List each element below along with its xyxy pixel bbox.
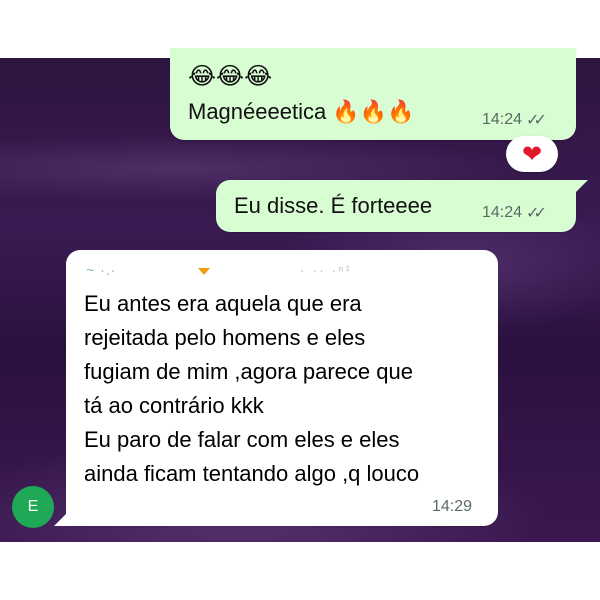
- message-line: ainda ficam tentando algo ,q louco: [84, 461, 420, 486]
- message-meta: 14:24 ✓✓: [482, 203, 547, 223]
- message-line: tá ao contrário kkk: [84, 393, 264, 418]
- message-meta: 14:24 ✓✓: [482, 110, 547, 130]
- message-body: Eu antes era aquela que era rejeitada pe…: [84, 287, 419, 491]
- sender-emoji-icon: [198, 268, 210, 275]
- avatar[interactable]: E: [12, 486, 54, 528]
- bubble-tail: [54, 512, 68, 526]
- message-line: rejeitada pelo homens e eles: [84, 325, 366, 350]
- message-time: 14:24: [482, 204, 523, 221]
- message-text: Magnéeeetica 🔥🔥🔥: [188, 99, 415, 124]
- message-text: Eu disse. É forteeee: [234, 193, 433, 218]
- message-time: 14:29: [432, 498, 473, 515]
- message-line: Eu paro de falar com eles e eles: [84, 427, 400, 452]
- message-line: Eu antes era aquela que era: [84, 291, 362, 316]
- sender-name: ~ ·.·: [86, 262, 117, 278]
- heart-icon: ❤: [521, 140, 543, 168]
- message-time: 14:24: [482, 111, 523, 128]
- heart-reaction[interactable]: ❤: [506, 136, 558, 172]
- outgoing-message[interactable]: 😂😂😂 Magnéeeetica 🔥🔥🔥 14:24 ✓✓: [170, 48, 576, 140]
- double-check-icon: ✓✓: [526, 205, 547, 222]
- avatar-initial: E: [27, 498, 39, 515]
- sender-phone: · ·· ·ⁿ¹: [300, 262, 353, 278]
- double-check-icon: ✓✓: [526, 112, 547, 129]
- bubble-tail: [574, 180, 588, 194]
- message-line: fugiam de mim ,agora parece que: [84, 359, 413, 384]
- laughing-emoji-row: 😂😂😂: [188, 63, 273, 90]
- outgoing-message[interactable]: Eu disse. É forteeee 14:24 ✓✓: [216, 180, 576, 232]
